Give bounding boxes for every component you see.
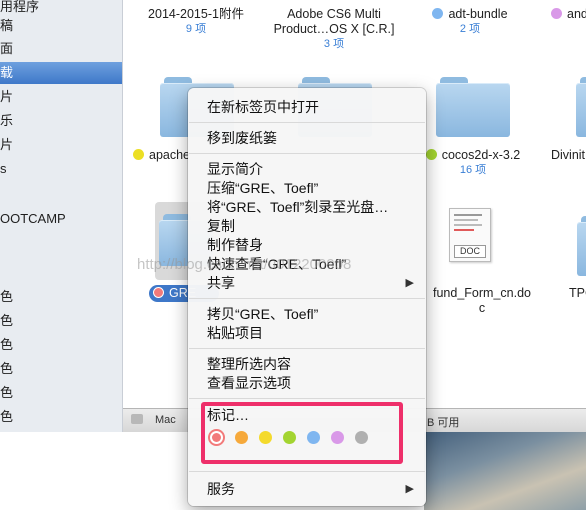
sidebar-item-music[interactable]: 乐 (0, 110, 122, 132)
doc-icon[interactable]: DOC (449, 208, 491, 262)
menu-separator (189, 298, 425, 299)
menu-item-get-info[interactable]: 显示简介 (188, 160, 426, 179)
menu-separator (189, 153, 425, 154)
tag-dot (153, 287, 164, 298)
folder-item[interactable]: and (551, 7, 586, 22)
annotation-highlight-box (201, 402, 403, 464)
sidebar-item-pictures[interactable]: 片 (0, 134, 122, 156)
folder-item[interactable]: adt-bundle 2 项 (406, 7, 534, 36)
sidebar-item-downloads[interactable]: 载 (0, 62, 122, 84)
menu-item-burn[interactable]: 将“GRE、Toefl”刻录至光盘… (188, 198, 426, 217)
folder-item[interactable]: 2014-2015-1附件 9 项 (132, 7, 260, 36)
menu-separator (189, 348, 425, 349)
sidebar-tag-green[interactable]: 色 (0, 358, 122, 380)
menu-item-open-new-tab[interactable]: 在新标签页中打开 (188, 98, 426, 117)
menu-item-compress[interactable]: 压缩“GRE、Toefl” (188, 179, 426, 198)
tag-dot (425, 149, 437, 160)
menu-separator (189, 122, 425, 123)
sidebar-tag-orange[interactable]: 色 (0, 310, 122, 332)
sidebar-tag-red[interactable]: 色 (0, 286, 122, 308)
file-item[interactable]: fund_Form_cn.do c (423, 286, 541, 316)
status-available: B 可用 (427, 417, 460, 429)
folder-icon[interactable] (576, 77, 586, 137)
menu-separator (189, 398, 425, 399)
desktop-background (424, 425, 586, 510)
menu-item-copy-items[interactable]: 拷贝“GRE、Toefl” (188, 305, 426, 324)
folder-item[interactable]: Divinit (551, 148, 586, 163)
sidebar-item-bootcamp[interactable]: OOTCAMP (0, 208, 122, 230)
menu-item-share[interactable]: 共享 ▶ (188, 274, 426, 293)
tag-dot (432, 8, 444, 19)
sidebar: 用程序 稿 面 载 片 乐 片 s OOTCAMP 色 色 色 色 色 色 (0, 0, 123, 432)
folder-item[interactable]: Adobe CS6 Multi Product…OS X [C.R.] 3 项 (270, 7, 398, 51)
menu-item-make-alias[interactable]: 制作替身 (188, 236, 426, 255)
folder-item[interactable]: apache (133, 148, 193, 163)
sidebar-tag-blue[interactable]: 色 (0, 382, 122, 404)
sidebar-item-drafts[interactable]: 稿 (0, 15, 122, 37)
folder-item[interactable]: TPC (569, 286, 586, 301)
tag-dot (551, 8, 562, 19)
submenu-arrow-icon: ▶ (405, 483, 414, 495)
menu-item-copy[interactable]: 复制 (188, 217, 426, 236)
tag-dot (133, 149, 144, 160)
menu-item-move-to-trash[interactable]: 移到废纸篓 (188, 129, 426, 148)
sidebar-item-movies[interactable]: 片 (0, 86, 122, 108)
sidebar-tag-yellow[interactable]: 色 (0, 334, 122, 356)
submenu-arrow-icon: ▶ (405, 277, 414, 289)
menu-item-paste[interactable]: 粘贴项目 (188, 324, 426, 343)
menu-item-quick-look[interactable]: 快速查看“GRE、Toefl” (188, 255, 426, 274)
sidebar-item-s[interactable]: s (0, 158, 122, 180)
menu-item-clean-up[interactable]: 整理所选内容 (188, 355, 426, 374)
path-bar-root[interactable]: Mac (155, 414, 176, 426)
hard-drive-icon (131, 414, 143, 424)
sidebar-item-desktop[interactable]: 面 (0, 38, 122, 60)
folder-icon[interactable] (577, 216, 586, 276)
menu-item-show-view-options[interactable]: 查看显示选项 (188, 374, 426, 393)
menu-separator (189, 471, 425, 472)
sidebar-tag-purple[interactable]: 色 (0, 406, 122, 428)
menu-item-services[interactable]: 服务 ▶ (188, 480, 426, 499)
folder-item[interactable]: cocos2d-x-3.2 16 项 (409, 148, 537, 177)
folder-icon[interactable] (436, 77, 510, 137)
